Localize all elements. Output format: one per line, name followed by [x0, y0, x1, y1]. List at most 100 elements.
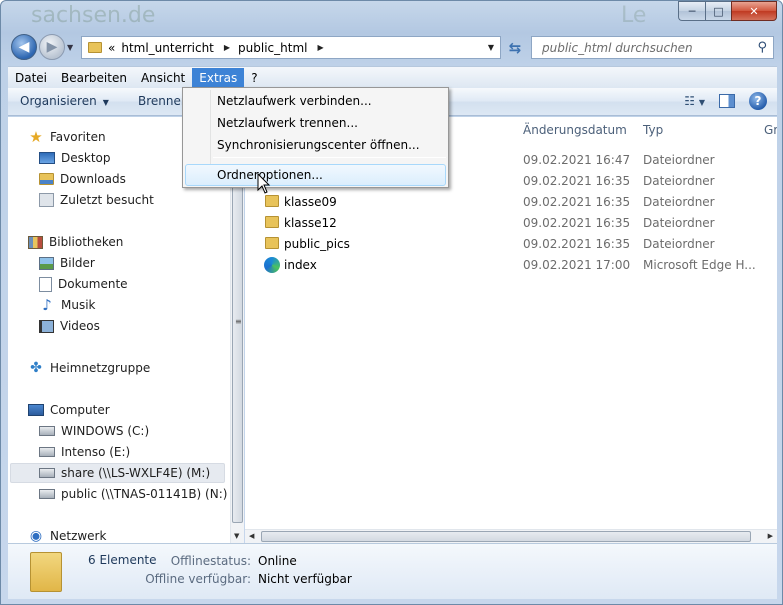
menu-bearbeiten[interactable]: Bearbeiten	[54, 68, 134, 88]
address-bar[interactable]: « html_unterricht ▶ public_html ▶ ▼	[81, 36, 501, 59]
file-date: 09.02.2021 17:00	[523, 258, 631, 272]
menu-datei[interactable]: Datei	[8, 68, 54, 88]
background-site-text-right: Le	[621, 3, 647, 28]
nav-drive-c[interactable]: WINDOWS (C:)	[39, 421, 149, 441]
forward-button[interactable]: ▶	[39, 34, 65, 60]
breadcrumb-public-html[interactable]: public_html	[238, 41, 307, 55]
breadcrumb-separator-icon[interactable]: ▶	[317, 43, 323, 52]
file-type: Dateiordner	[643, 174, 715, 188]
nav-homegroup[interactable]: ✤ Heimnetzgruppe	[28, 358, 150, 378]
burn-button[interactable]: Brennen	[138, 94, 188, 108]
table-row[interactable]: klasse12 09.02.2021 16:35 Dateiordner	[245, 212, 777, 233]
nav-pictures[interactable]: Bilder	[39, 253, 95, 273]
file-name: klasse09	[284, 195, 337, 209]
file-type: Microsoft Edge H...	[643, 258, 756, 272]
file-date: 09.02.2021 16:35	[523, 237, 631, 251]
folder-icon	[265, 216, 279, 228]
search-icon[interactable]: ⚲	[757, 40, 767, 55]
search-input[interactable]	[540, 37, 750, 58]
maximize-button[interactable]: □	[705, 1, 731, 21]
nav-drive-n[interactable]: public (\\TNAS-01141B) (N:)	[39, 484, 227, 504]
menu-item-sync-center[interactable]: Synchronisierungscenter öffnen...	[217, 135, 420, 155]
table-row[interactable]: index 09.02.2021 17:00 Microsoft Edge H.…	[245, 254, 777, 275]
network-drive-icon	[39, 489, 55, 499]
menu-separator	[213, 157, 446, 158]
table-row[interactable]: public_pics 09.02.2021 16:35 Dateiordner	[245, 233, 777, 254]
address-dropdown-icon[interactable]: ▼	[488, 43, 494, 52]
homegroup-icon: ✤	[30, 360, 42, 376]
menu-extras[interactable]: Extras	[192, 67, 245, 88]
breadcrumb-overflow[interactable]: «	[108, 41, 115, 55]
column-header-type[interactable]: Typ	[643, 123, 663, 137]
nav-videos[interactable]: Videos	[39, 316, 100, 336]
recent-pages-dropdown[interactable]: ▼	[67, 43, 73, 52]
nav-documents[interactable]: Dokumente	[39, 274, 128, 294]
view-controls: ☷ ▼ ?	[684, 92, 767, 110]
horizontal-scrollbar[interactable]: ◀ ▶	[245, 529, 777, 543]
recent-places-icon	[39, 193, 54, 207]
back-button[interactable]: ◀	[11, 34, 37, 60]
file-type: Dateiordner	[643, 153, 715, 167]
nav-downloads[interactable]: Downloads	[39, 169, 126, 189]
file-name: index	[284, 258, 317, 272]
column-header-date[interactable]: Änderungsdatum	[523, 123, 627, 137]
downloads-icon	[39, 173, 54, 185]
offline-available-value: Nicht verfügbar	[258, 572, 352, 586]
libraries-icon	[28, 235, 43, 249]
file-type: Dateiordner	[643, 237, 715, 251]
menu-item-disconnect-drive[interactable]: Netzlaufwerk trennen...	[217, 113, 358, 133]
menu-bar: Datei Bearbeiten Ansicht Extras ?	[8, 66, 777, 88]
scroll-thumb[interactable]	[232, 135, 243, 523]
close-button[interactable]: ✕	[731, 1, 777, 21]
table-row[interactable]: klasse09 09.02.2021 16:35 Dateiordner	[245, 191, 777, 212]
column-header-size[interactable]: Gr	[764, 123, 777, 137]
music-icon: ♪	[42, 296, 52, 314]
pictures-icon	[39, 256, 54, 270]
file-date: 09.02.2021 16:47	[523, 153, 631, 167]
scroll-left-icon[interactable]: ◀	[249, 532, 254, 540]
folder-icon	[88, 42, 102, 53]
nav-drive-e[interactable]: Intenso (E:)	[39, 442, 130, 462]
file-date: 09.02.2021 16:35	[523, 195, 631, 209]
nav-favorites[interactable]: ★ Favoriten	[28, 127, 105, 147]
caption-buttons: ─ □ ✕	[678, 1, 777, 21]
scroll-right-icon[interactable]: ▶	[768, 532, 773, 540]
explorer-window: sachsen.de Le ─ □ ✕ ◀ ▶ ▼ « html_unterri…	[0, 0, 783, 605]
preview-pane-icon[interactable]	[719, 94, 735, 108]
file-type: Dateiordner	[643, 195, 715, 209]
documents-icon	[39, 276, 52, 292]
view-options-icon[interactable]: ☷ ▼	[684, 94, 705, 108]
breadcrumb-html-unterricht[interactable]: html_unterricht	[121, 41, 214, 55]
menu-ansicht[interactable]: Ansicht	[134, 68, 192, 88]
file-name: klasse12	[284, 216, 337, 230]
nav-libraries[interactable]: Bibliotheken	[28, 232, 123, 252]
chevron-down-icon: ▼	[102, 98, 109, 107]
offline-status-value: Online	[258, 554, 297, 568]
nav-drive-m[interactable]: share (\\LS-WXLF4E) (M:)	[10, 463, 225, 483]
nav-recent[interactable]: Zuletzt besucht	[39, 190, 154, 210]
navigation-bar: ◀ ▶ ▼ « html_unterricht ▶ public_html ▶ …	[1, 31, 782, 63]
grip-icon: ≡	[235, 317, 242, 326]
nav-music[interactable]: ♪ Musik	[39, 295, 95, 315]
nav-computer[interactable]: Computer	[28, 400, 110, 420]
search-box[interactable]: ⚲	[531, 36, 774, 59]
computer-icon	[28, 404, 44, 416]
desktop-icon	[39, 152, 55, 164]
menu-help[interactable]: ?	[244, 68, 264, 88]
minimize-button[interactable]: ─	[678, 1, 705, 21]
refresh-icon[interactable]: ⇆	[503, 36, 527, 59]
organize-button[interactable]: Organisieren ▼	[20, 94, 109, 108]
file-date: 09.02.2021 16:35	[523, 216, 631, 230]
scroll-down-icon[interactable]: ▼	[234, 532, 239, 540]
star-icon: ★	[29, 128, 43, 146]
menu-item-map-drive[interactable]: Netzlaufwerk verbinden...	[217, 91, 372, 111]
file-type: Dateiordner	[643, 216, 715, 230]
folder-icon	[30, 552, 62, 592]
scroll-thumb[interactable]	[261, 531, 751, 542]
nav-network[interactable]: ◉ Netzwerk	[28, 526, 107, 543]
breadcrumb-separator-icon[interactable]: ▶	[224, 43, 230, 52]
nav-desktop[interactable]: Desktop	[39, 148, 111, 168]
videos-icon	[39, 319, 54, 333]
help-icon[interactable]: ?	[749, 92, 767, 110]
background-site-text: sachsen.de	[31, 3, 156, 28]
